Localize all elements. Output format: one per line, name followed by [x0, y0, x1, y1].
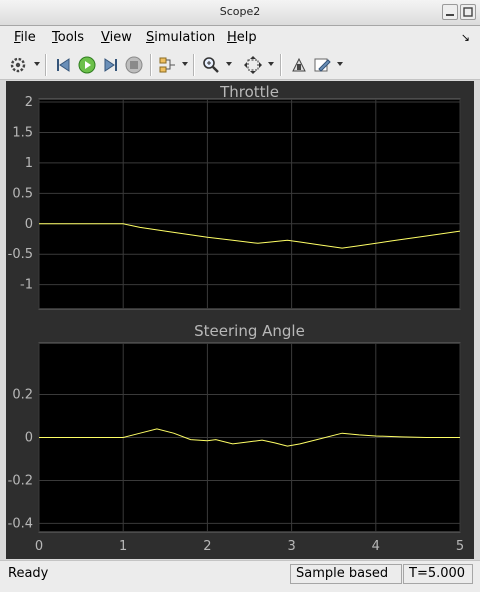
status-time: T=5.000 — [403, 564, 473, 584]
edit-dropdown-icon[interactable] — [337, 62, 343, 66]
scope-plots: 21.510.50-0.5-1Throttle0.20-0.2-0.40 1 2 3 4… — [6, 81, 474, 559]
xtick-label-4: 4 — [372, 539, 380, 554]
highlight-icon[interactable] — [289, 55, 309, 75]
ytick-label-0-5: -0.5 — [8, 247, 33, 262]
menu-view[interactable]: View — [101, 30, 132, 45]
xtick-label-3: 3 — [287, 539, 295, 554]
status-mode: Sample based — [290, 564, 402, 584]
maximize-button[interactable] — [460, 4, 476, 20]
ytick-label-1-2: -0.2 — [8, 473, 33, 488]
toolbar — [0, 50, 480, 80]
xtick-label-0: 0 — [35, 539, 43, 554]
status-bar: Ready Sample based T=5.000 — [0, 560, 480, 592]
ytick-label-0-1: 1.5 — [12, 125, 33, 140]
minimize-icon — [446, 14, 454, 16]
ytick-label-1-0: 0.2 — [12, 388, 33, 403]
signal-select-icon[interactable] — [157, 55, 177, 75]
step-forward-icon[interactable] — [100, 55, 120, 75]
ytick-label-1-3: -0.4 — [8, 516, 33, 531]
undock-icon[interactable]: ↘ — [461, 31, 470, 44]
menu-file[interactable]: File — [14, 30, 36, 45]
edit-icon[interactable] — [312, 55, 332, 75]
xtick-label-2: 2 — [203, 539, 211, 554]
window-title: Scope2 — [219, 5, 261, 18]
ytick-label-0-3: 0.5 — [12, 186, 33, 201]
plot-title-0: Throttle — [219, 83, 279, 101]
ytick-label-0-6: -1 — [20, 278, 33, 293]
ytick-label-0-0: 2 — [25, 95, 33, 110]
run-icon[interactable] — [77, 55, 97, 75]
minimize-button[interactable] — [442, 4, 458, 20]
autoscale-dropdown-icon[interactable] — [268, 62, 274, 66]
maximize-icon — [463, 7, 473, 17]
scope-display: 2 1.5 1 0.5 0 -0.5 -1 Throttle 0.2 0 -0.2 -0.4 0 1 2 3 4… — [6, 81, 474, 559]
zoom-dropdown-icon[interactable] — [226, 62, 232, 66]
plot-axes-0 — [38, 98, 461, 310]
plot-title-1: Steering Angle — [194, 322, 305, 340]
signal-select-dropdown-icon[interactable] — [182, 62, 188, 66]
menu-simulation[interactable]: Simulation — [146, 30, 215, 45]
step-back-icon[interactable] — [54, 55, 74, 75]
ytick-label-0-2: 1 — [25, 156, 33, 171]
gear-icon[interactable] — [8, 55, 28, 75]
zoom-icon[interactable] — [201, 55, 221, 75]
ytick-label-1-1: 0 — [25, 431, 33, 446]
autoscale-icon[interactable] — [243, 55, 263, 75]
stop-icon[interactable] — [124, 55, 144, 75]
window-titlebar: Scope2 — [0, 0, 480, 26]
status-ready: Ready — [8, 566, 49, 581]
gear-dropdown-icon[interactable] — [34, 62, 40, 66]
menu-tools[interactable]: Tools — [52, 30, 84, 45]
menu-help[interactable]: Help — [227, 30, 257, 45]
xtick-label-5: 5 — [456, 539, 464, 554]
menu-bar: File Tools View Simulation Help ↘ — [0, 26, 480, 50]
xtick-label-1: 1 — [119, 539, 127, 554]
ytick-label-0-4: 0 — [25, 217, 33, 232]
